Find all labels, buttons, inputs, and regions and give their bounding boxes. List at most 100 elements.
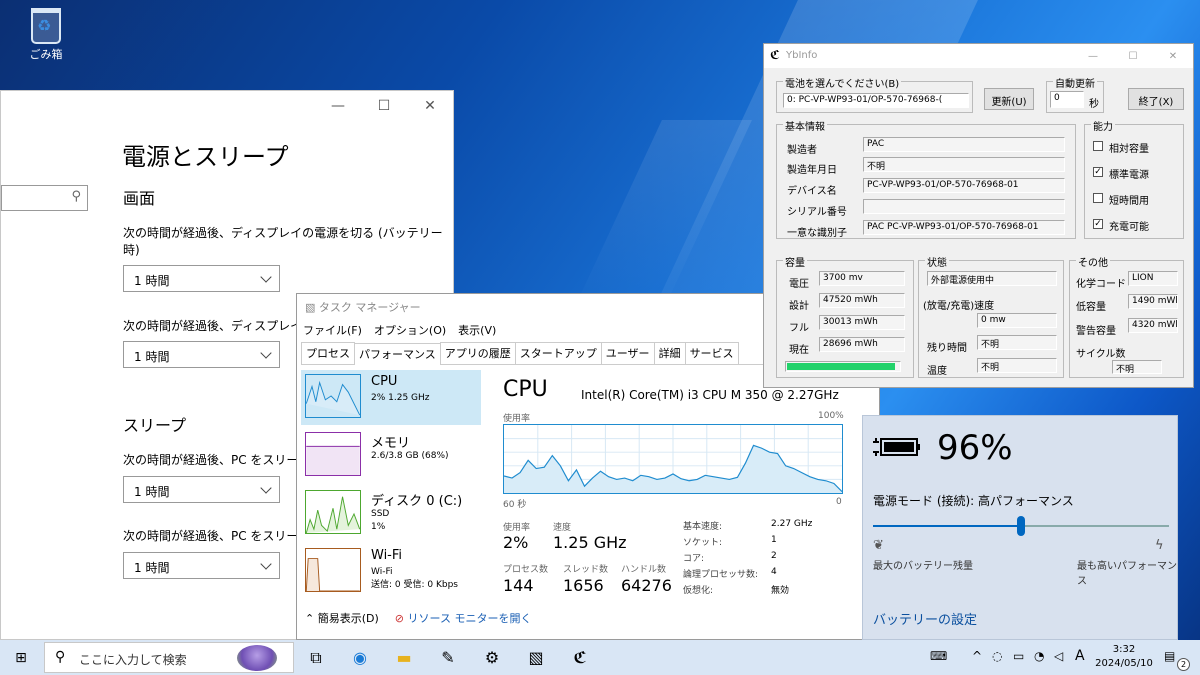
paint-icon[interactable]: ✎ <box>426 640 470 675</box>
tab-performance[interactable]: パフォーマンス <box>354 343 441 365</box>
battery-tray-icon[interactable]: ▭ <box>1013 649 1024 663</box>
performance-sidebar: CPU 2% 1.25 GHz メモリ 2.6/3.8 GB (68%) ディス… <box>301 370 481 602</box>
ybinfo-title: YbInfo <box>786 50 818 61</box>
tab-users[interactable]: ユーザー <box>600 342 655 364</box>
taskbar-clock[interactable]: 3:32 2024/05/10 <box>1094 643 1154 671</box>
ybinfo-taskbar-icon[interactable]: ℭ <box>558 640 602 675</box>
basic-info-legend: 基本情報 <box>783 118 827 133</box>
close-icon[interactable]: ✕ <box>1153 44 1193 68</box>
memory-label: メモリ <box>371 436 411 451</box>
menu-file[interactable]: ファイル(F) <box>303 322 362 338</box>
spec-cores-label: コア: <box>683 554 705 564</box>
short-term-checkbox[interactable] <box>1093 193 1103 203</box>
touch-keyboard-icon[interactable]: ⌨ <box>930 649 947 663</box>
battery-select-dropdown[interactable]: 0: PC-VP-WP93-01/OP-570-76968-( <box>783 93 969 108</box>
auto-refresh-input[interactable]: 0 <box>1050 91 1084 108</box>
minimize-icon[interactable]: — <box>315 91 361 121</box>
current-capacity-label: 現在 <box>789 345 809 356</box>
manufacturer-value: PAC <box>863 137 1065 152</box>
other-legend: その他 <box>1076 254 1110 269</box>
battery-flyout: 96% 電源モード (接続): 高パフォーマンス ❦ ϟ 最大のバッテリー残量 … <box>862 415 1178 640</box>
sidebar-item-wifi[interactable]: Wi-Fi Wi-Fi 送信: 0 受信: 0 Kbps <box>301 544 481 599</box>
search-highlight-icon <box>237 645 277 671</box>
power-mode-slider[interactable] <box>873 516 1169 536</box>
clock-date: 2024/05/10 <box>1095 658 1153 669</box>
settings-gear-icon[interactable]: ⚙ <box>470 640 514 675</box>
remaining-time-label: 残り時間 <box>927 343 967 354</box>
power-mode-slider-fill <box>873 525 1021 527</box>
sleep-plugged-dropdown[interactable]: 1 時間 <box>123 552 280 579</box>
voltage-label: 電圧 <box>789 279 809 290</box>
sidebar-item-disk[interactable]: ディスク 0 (C:) SSD 1% <box>301 486 481 541</box>
rechargeable-checkbox[interactable]: ✓ <box>1093 219 1103 229</box>
chemistry-label: 化学コード <box>1076 279 1126 290</box>
tab-app-history[interactable]: アプリの履歴 <box>439 342 516 364</box>
temperature-label: 温度 <box>927 366 947 377</box>
edge-icon[interactable]: ◉ <box>338 640 382 675</box>
recycle-bin-label: ごみ箱 <box>29 48 63 61</box>
power-mode-slider-thumb[interactable] <box>1017 516 1025 536</box>
task-manager-taskbar-icon[interactable]: ▧ <box>514 640 558 675</box>
settings-search-input[interactable]: ⚲ <box>1 185 88 211</box>
disk-activity: 1% <box>371 522 386 532</box>
lightning-icon: ϟ <box>1155 538 1164 553</box>
screen-heading: 画面 <box>123 189 156 208</box>
chevron-up-icon[interactable]: ^ <box>972 649 982 663</box>
sidebar-item-cpu[interactable]: CPU 2% 1.25 GHz <box>301 370 481 425</box>
start-button[interactable]: ⊞ <box>0 640 42 675</box>
maximize-icon[interactable]: ☐ <box>1113 44 1153 68</box>
capacity-progress-bar <box>785 361 901 372</box>
chevron-up-icon: ⌃ <box>305 612 318 625</box>
resource-monitor-link[interactable]: ⊘ リソース モニターを開く <box>395 610 532 626</box>
tab-details[interactable]: 詳細 <box>653 342 686 364</box>
tab-startup[interactable]: スタートアップ <box>514 342 602 364</box>
file-explorer-icon[interactable]: ▬ <box>382 640 426 675</box>
refresh-button[interactable]: 更新(U) <box>984 88 1034 110</box>
memory-thumbnail <box>305 432 361 476</box>
auto-refresh-unit: 秒 <box>1089 99 1099 110</box>
ability-group: 能力 相対容量 ✓ 標準電源 短時間用 ✓ 充電可能 <box>1084 118 1184 239</box>
window-controls: — ☐ ✕ <box>315 91 453 121</box>
volume-icon[interactable]: ◁ <box>1054 649 1063 663</box>
serial-label: シリアル番号 <box>787 207 847 218</box>
task-manager-footer: ⌃ 簡易表示(D) ⊘ リソース モニターを開く <box>305 610 531 626</box>
screen-battery-dropdown[interactable]: 1 時間 <box>123 265 280 292</box>
state-value: 外部電源使用中 <box>927 271 1057 286</box>
taskbar-search-input[interactable]: ⚲ ここに入力して検索 <box>44 642 294 673</box>
graph-usage-label: 使用率 <box>503 414 531 424</box>
exit-button[interactable]: 終了(X) <box>1128 88 1184 110</box>
short-term-label: 短時間用 <box>1109 196 1149 207</box>
screen-plugged-dropdown[interactable]: 1 時間 <box>123 341 280 368</box>
ime-indicator[interactable]: A <box>1075 648 1085 664</box>
page-title: 電源とスリープ <box>122 143 289 171</box>
minimize-icon[interactable]: — <box>1073 44 1113 68</box>
sidebar-item-memory[interactable]: メモリ 2.6/3.8 GB (68%) <box>301 428 481 483</box>
sleep-battery-dropdown[interactable]: 1 時間 <box>123 476 280 503</box>
notification-icon[interactable]: ▤ <box>1164 649 1175 663</box>
battery-settings-link[interactable]: バッテリーの設定 <box>873 609 977 628</box>
menu-options[interactable]: オプション(O) <box>374 322 446 338</box>
network-icon[interactable]: ◔ <box>1034 649 1044 663</box>
manufacture-date-value: 不明 <box>863 157 1065 172</box>
standard-power-checkbox[interactable]: ✓ <box>1093 167 1103 177</box>
menu-view[interactable]: 表示(V) <box>458 322 496 338</box>
graph-time-left: 60 秒 <box>503 500 527 510</box>
tab-services[interactable]: サービス <box>684 342 739 364</box>
meet-now-icon[interactable]: ◌ <box>992 649 1002 663</box>
wifi-label: Wi-Fi <box>371 548 403 563</box>
basic-info-group: 基本情報 製造者 PAC 製造年月日 不明 デバイス名 PC-VP-WP93-0… <box>776 118 1076 239</box>
tab-processes[interactable]: プロセス <box>301 342 355 364</box>
warning-capacity-value: 4320 mWh <box>1128 318 1178 333</box>
recycle-bin-desktop-icon[interactable]: ごみ箱 <box>22 8 70 62</box>
maximize-icon[interactable]: ☐ <box>361 91 407 121</box>
cpu-usage-graph <box>503 424 843 494</box>
task-view-icon[interactable]: ⧉ <box>294 640 338 675</box>
taskbar: ⊞ ⚲ ここに入力して検索 ⧉ ◉ ▬ ✎ ⚙ ▧ ℭ ⌨ ^ ◌ ▭ ◔ ◁ … <box>0 640 1200 675</box>
search-placeholder: ここに入力して検索 <box>79 653 187 667</box>
graph-max-label: 100% <box>818 411 844 421</box>
spec-base-speed-label: 基本速度: <box>683 522 723 532</box>
other-group: その他 化学コード LION 低容量 1490 mWh 警告容量 4320 mW… <box>1069 254 1184 378</box>
close-icon[interactable]: ✕ <box>407 91 453 121</box>
relative-capacity-checkbox[interactable] <box>1093 141 1103 151</box>
fewer-details-button[interactable]: ⌃ 簡易表示(D) <box>305 610 379 626</box>
